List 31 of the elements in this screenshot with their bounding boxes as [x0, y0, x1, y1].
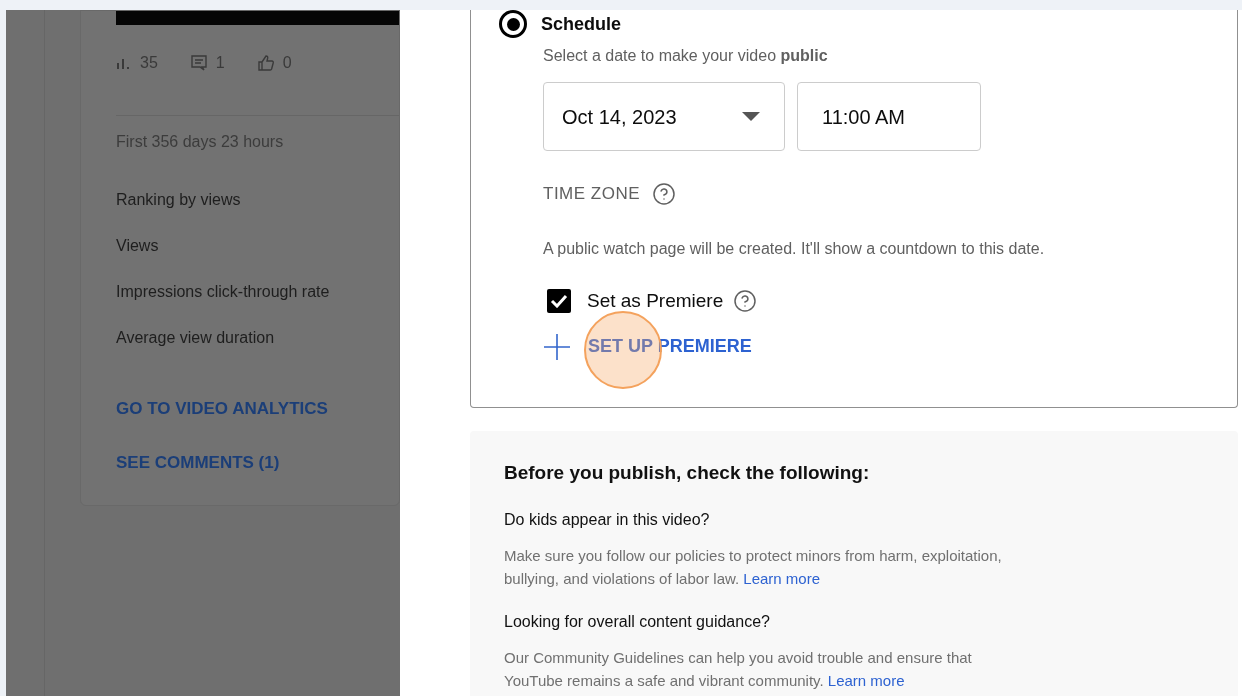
help-icon[interactable] — [733, 288, 758, 313]
bar-chart-icon — [116, 56, 132, 70]
checklist-title: Before you publish, check the following: — [504, 461, 871, 485]
premiere-label: Set as Premiere — [587, 288, 724, 313]
plus-icon — [544, 333, 570, 360]
stat-count: 0 — [282, 53, 292, 73]
date-dropdown[interactable]: Oct 14, 2023 — [543, 82, 785, 151]
time-field[interactable]: 11:00 AM — [797, 82, 981, 151]
radio-button[interactable] — [499, 10, 527, 38]
stat-count: 35 — [140, 53, 158, 73]
caret-icon — [742, 112, 760, 121]
metric-label: Ranking by views — [116, 190, 242, 209]
help-icon[interactable] — [652, 181, 677, 206]
premiere-checkbox[interactable] — [547, 288, 571, 313]
schedule-description: Select a date to make your video public — [543, 46, 829, 66]
checklist-text: Our Community Guidelines can help you avoid trouble and ensure that YouTube remains a safe and vibrant community. Learn more — [504, 647, 973, 691]
metric-label: Average view duration — [116, 328, 276, 347]
thumbs-up-icon — [256, 54, 275, 72]
checklist-question: Looking for overall content guidance? — [504, 611, 771, 632]
checklist-question: Do kids appear in this video? — [504, 509, 711, 530]
premiere-note: A public watch page will be created. It'll show a countdown to this date. — [543, 238, 1046, 259]
time-zone-label: TIME ZONE — [543, 183, 641, 205]
schedule-label: Schedule — [541, 12, 622, 36]
comment-icon — [189, 54, 208, 72]
metric-label: Impressions click-through rate — [116, 282, 331, 301]
learn-more-link[interactable]: Learn more — [827, 671, 905, 689]
metric-label: Views — [116, 236, 160, 255]
check-icon — [550, 293, 568, 308]
checklist-text: Make sure you follow our policies to protect minors from harm, exploitation, bullying, and violations of labor law. Learn more — [504, 545, 1003, 589]
learn-more-link[interactable]: Learn more — [743, 569, 821, 587]
stat-count: 1 — [215, 53, 225, 73]
